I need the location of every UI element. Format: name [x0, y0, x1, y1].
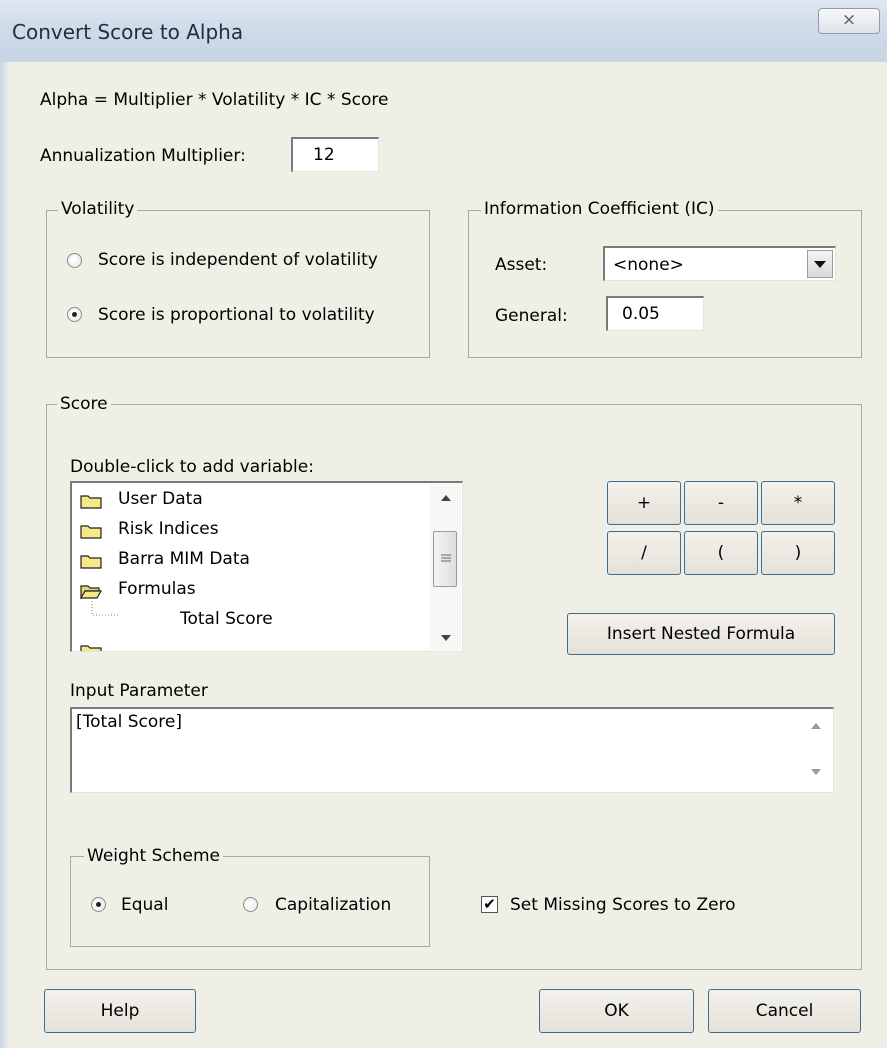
folder-icon: [80, 555, 102, 569]
window-title: Convert Score to Alpha: [12, 20, 244, 44]
operator-multiply-button[interactable]: *: [761, 481, 835, 525]
formula-text: Alpha = Multiplier * Volatility * IC * S…: [40, 90, 389, 110]
scroll-down-icon[interactable]: [440, 633, 452, 643]
option-equal-label: Equal: [121, 895, 169, 915]
missing-scores-label: Set Missing Scores to Zero: [510, 895, 736, 915]
insert-nested-formula-button[interactable]: Insert Nested Formula: [567, 613, 835, 655]
tree-item-barra-mim-data[interactable]: Barra MIM Data: [118, 549, 250, 569]
folder-icon: [80, 495, 102, 509]
radio-equal[interactable]: [91, 897, 106, 912]
operator-open-paren-button[interactable]: (: [684, 531, 758, 575]
tree-scrollbar[interactable]: [430, 483, 461, 650]
option-proportional-label: Score is proportional to volatility: [98, 305, 375, 325]
weight-scheme-title: Weight Scheme: [84, 846, 224, 866]
cancel-button[interactable]: Cancel: [708, 989, 861, 1033]
radio-capitalization[interactable]: [243, 897, 258, 912]
operator-divide-button[interactable]: /: [607, 531, 681, 575]
title-bar[interactable]: Convert Score to Alpha ⨯: [0, 0, 887, 62]
dialog-window: Convert Score to Alpha ⨯ Alpha = Multipl…: [0, 0, 887, 1048]
score-title: Score: [57, 394, 111, 414]
input-parameter-label: Input Parameter: [70, 681, 208, 701]
scroll-down-icon[interactable]: [810, 767, 822, 777]
input-parameter-textarea[interactable]: [Total Score]: [70, 707, 834, 793]
checkmark-icon: ✔: [483, 895, 496, 913]
tree-label: Double-click to add variable:: [70, 457, 314, 477]
asset-value: <none>: [613, 255, 684, 275]
radio-independent[interactable]: [67, 253, 82, 268]
close-button[interactable]: ⨯: [818, 8, 880, 34]
option-capitalization-label: Capitalization: [275, 895, 392, 915]
tree-item-risk-indices[interactable]: Risk Indices: [118, 519, 219, 539]
folder-icon: [80, 645, 102, 651]
scroll-up-icon[interactable]: [810, 721, 822, 731]
general-value: 0.05: [622, 304, 660, 324]
combo-dropdown-button[interactable]: [807, 250, 833, 278]
annualization-value: 12: [313, 145, 335, 165]
volatility-title: Volatility: [58, 199, 138, 219]
operator-close-paren-button[interactable]: ): [761, 531, 835, 575]
ic-group: [468, 210, 862, 358]
ic-title: Information Coefficient (IC): [481, 199, 718, 219]
tree-item-formulas[interactable]: Formulas: [118, 579, 196, 599]
radio-proportional[interactable]: [67, 307, 82, 322]
folder-open-icon: [80, 585, 102, 599]
operator-plus-button[interactable]: +: [607, 481, 681, 525]
annualization-label: Annualization Multiplier:: [40, 146, 246, 166]
asset-combobox[interactable]: <none>: [603, 246, 836, 281]
annualization-input[interactable]: 12: [291, 137, 379, 172]
scroll-up-icon[interactable]: [440, 493, 452, 503]
asset-label: Asset:: [495, 255, 548, 275]
chevron-down-icon: [814, 261, 826, 268]
general-input[interactable]: 0.05: [606, 296, 704, 331]
operator-minus-button[interactable]: -: [684, 481, 758, 525]
variable-tree[interactable]: User Data Risk Indices Barra MIM Data Fo…: [70, 481, 463, 652]
general-label: General:: [495, 306, 568, 326]
help-button[interactable]: Help: [44, 989, 196, 1033]
missing-scores-checkbox[interactable]: ✔: [481, 896, 498, 913]
close-icon: ⨯: [841, 10, 857, 30]
tree-item-total-score[interactable]: Total Score: [180, 609, 273, 629]
volatility-group: [46, 210, 430, 358]
option-independent-label: Score is independent of volatility: [98, 250, 378, 270]
window-frame-left: [0, 62, 8, 1048]
tree-item-user-data[interactable]: User Data: [118, 489, 203, 509]
tree-connector: [91, 601, 118, 616]
ok-button[interactable]: OK: [539, 989, 694, 1033]
grip-icon: [441, 554, 451, 562]
tree-scroll-thumb[interactable]: [433, 531, 457, 587]
input-parameter-value: [Total Score]: [76, 712, 182, 732]
folder-icon: [80, 525, 102, 539]
